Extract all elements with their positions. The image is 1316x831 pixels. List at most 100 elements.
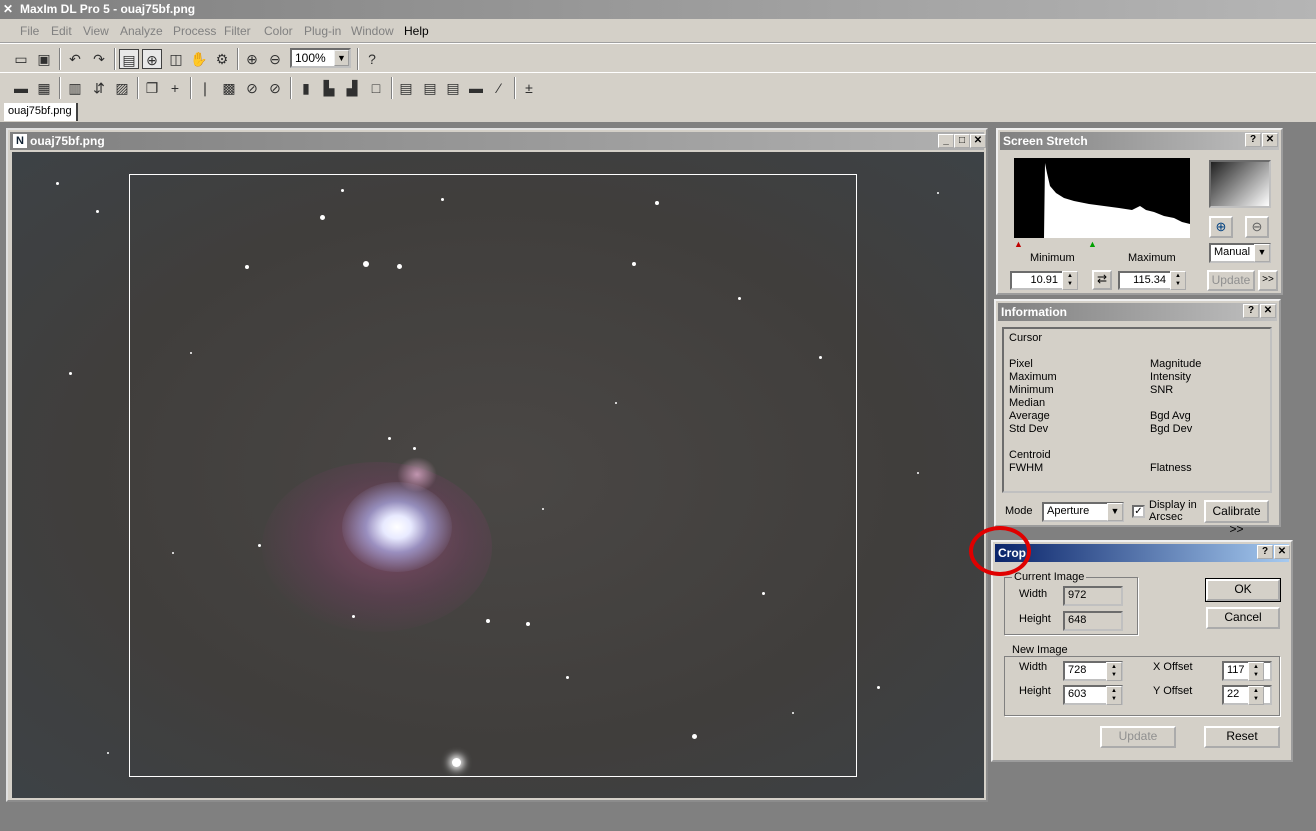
zoom-in-icon[interactable]: ⊕ [1209,216,1233,238]
help-button[interactable]: ? [1257,545,1273,559]
line-icon[interactable]: ▬ [466,78,486,98]
calibrate-button[interactable]: Calibrate >> [1204,500,1269,536]
math-icon[interactable]: ± [519,78,539,98]
y-offset-input[interactable]: 22 [1222,685,1272,705]
camera-icon[interactable]: ▬ [11,78,31,98]
current-width-value: 972 [1068,589,1087,601]
tab-document[interactable]: ouaj75bf.png [4,103,78,121]
ok-button[interactable]: OK [1205,578,1281,602]
calibrate-icon[interactable]: ▥ [65,78,85,98]
close-button[interactable]: ✕ [1262,133,1278,147]
zoom-out-icon[interactable]: ⊖ [265,49,285,69]
chevron-down-icon[interactable]: ▼ [1254,244,1270,262]
menu-window[interactable]: Window [351,24,394,38]
menu-color[interactable]: Color [264,24,293,38]
star [341,189,344,192]
star [819,356,822,359]
toolbar-separator [391,77,393,99]
frame-icon[interactable]: □ [366,78,386,98]
toolbar-separator [290,77,292,99]
menu-plugin[interactable]: Plug-in [304,24,341,38]
flip-icon[interactable]: ⊘ [265,78,285,98]
zoom-in-icon[interactable]: ⊕ [242,49,262,69]
filter-icon[interactable]: ▤ [396,78,416,98]
star [258,544,261,547]
zoom-out-icon[interactable]: ⊖ [1245,216,1269,238]
maximum-spinner[interactable]: ▲ ▼ [1170,271,1186,290]
save-icon[interactable]: ▣ [34,49,54,69]
help-button[interactable]: ? [1243,304,1259,318]
star [352,615,355,618]
new-width-value: 728 [1068,664,1087,676]
star [762,592,765,595]
zoom-select[interactable]: 100% ▼ [290,48,351,68]
grid-icon[interactable]: ▩ [219,78,239,98]
stack-icon[interactable]: ▦ [34,78,54,98]
open-icon[interactable]: ▭ [11,49,31,69]
chevron-down-icon[interactable]: ▼ [334,50,349,66]
new-width-spinner[interactable]: ▲ ▼ [1106,662,1122,681]
hand-icon[interactable]: ✋ [189,49,209,69]
rotate-icon[interactable]: ⊘ [242,78,262,98]
star [566,676,569,679]
crop-rectangle[interactable] [129,174,857,777]
x-offset-spinner[interactable]: ▲ ▼ [1248,662,1264,681]
combine-icon[interactable]: ▨ [112,78,132,98]
minimum-spinner[interactable]: ▲ ▼ [1062,271,1078,290]
menu-help[interactable]: Help [404,24,429,38]
menu-view[interactable]: View [83,24,109,38]
histogram[interactable] [1014,158,1190,238]
filter3-icon[interactable]: ▤ [443,78,463,98]
display-arcsec-checkbox[interactable]: ✓ [1132,505,1145,518]
crosshair-icon[interactable]: ⊕ [142,49,162,69]
help-button[interactable]: ? [1245,133,1261,147]
y-offset-spinner[interactable]: ▲ ▼ [1248,686,1264,705]
image-view-icon[interactable]: ▤ [119,49,139,69]
snr-label: SNR [1150,384,1174,396]
minimize-button[interactable]: _ [938,134,954,148]
blocks-icon[interactable]: ▟ [342,78,362,98]
close-button[interactable]: ✕ [1274,545,1290,559]
astro-image[interactable] [12,152,984,798]
menu-filter[interactable]: Filter [224,24,251,38]
curve-icon[interactable]: ⁄ [489,78,509,98]
add-icon[interactable]: + [165,78,185,98]
histogram-icon[interactable]: ▮ [296,78,316,98]
x-offset-input[interactable]: 117 [1222,661,1272,681]
menu-analyze[interactable]: Analyze [120,24,163,38]
min-marker-icon[interactable]: ▲ [1014,239,1023,249]
image-window-title: ouaj75bf.png [30,134,105,148]
new-image-label: New Image [1010,644,1070,656]
reset-button[interactable]: Reset [1204,726,1280,748]
context-help-icon[interactable]: ? [362,49,382,69]
close-button[interactable]: ✕ [1260,304,1276,318]
settings-icon[interactable]: ⚙ [212,49,232,69]
layers-icon[interactable]: ▙ [319,78,339,98]
stretch-mode-select[interactable]: Manual ▼ [1209,243,1271,263]
new-height-spinner[interactable]: ▲ ▼ [1106,686,1122,705]
menu-edit[interactable]: Edit [51,24,72,38]
update-button[interactable]: Update [1100,726,1176,748]
undo-icon[interactable]: ↶ [65,49,85,69]
compare-icon[interactable]: ◫ [166,49,186,69]
star [917,472,919,474]
update-button[interactable]: Update [1207,270,1255,291]
chevron-down-icon[interactable]: ▼ [1107,503,1123,521]
maximize-button[interactable]: □ [954,134,970,148]
menu-process[interactable]: Process [173,24,216,38]
menu-file[interactable]: File [20,24,39,38]
filter2-icon[interactable]: ▤ [420,78,440,98]
duplicate-icon[interactable]: ❐ [142,78,162,98]
cancel-button[interactable]: Cancel [1206,607,1280,629]
star [615,402,617,404]
max-marker-icon[interactable]: ▲ [1088,239,1097,249]
swap-icon[interactable]: ⇄ [1092,270,1112,290]
redo-icon[interactable]: ↷ [89,49,109,69]
toolbar-separator [237,48,239,70]
close-button[interactable]: ✕ [970,134,986,148]
mode-select[interactable]: Aperture ▼ [1042,502,1124,522]
brush-icon[interactable]: ❘ [195,78,215,98]
align-icon[interactable]: ⇵ [89,78,109,98]
more-button[interactable]: >> [1258,270,1278,291]
display-arcsec-label: Display in Arcsec [1149,499,1197,523]
